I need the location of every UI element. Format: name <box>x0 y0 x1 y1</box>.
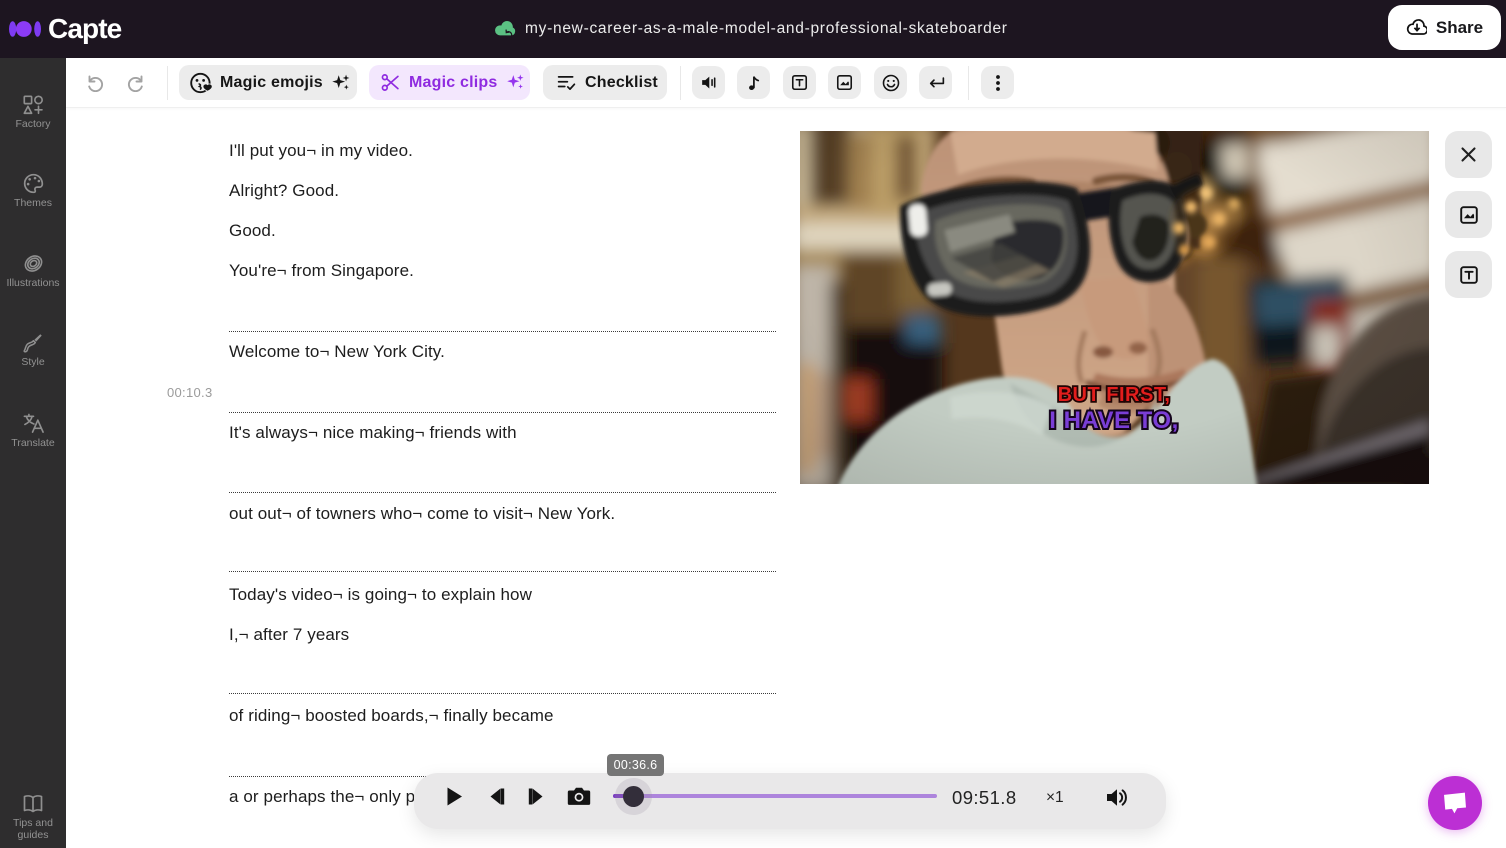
svg-text:I HAVE TO,: I HAVE TO, <box>1049 407 1178 434</box>
svg-text:BUT FIRST,: BUT FIRST, <box>1058 384 1171 406</box>
